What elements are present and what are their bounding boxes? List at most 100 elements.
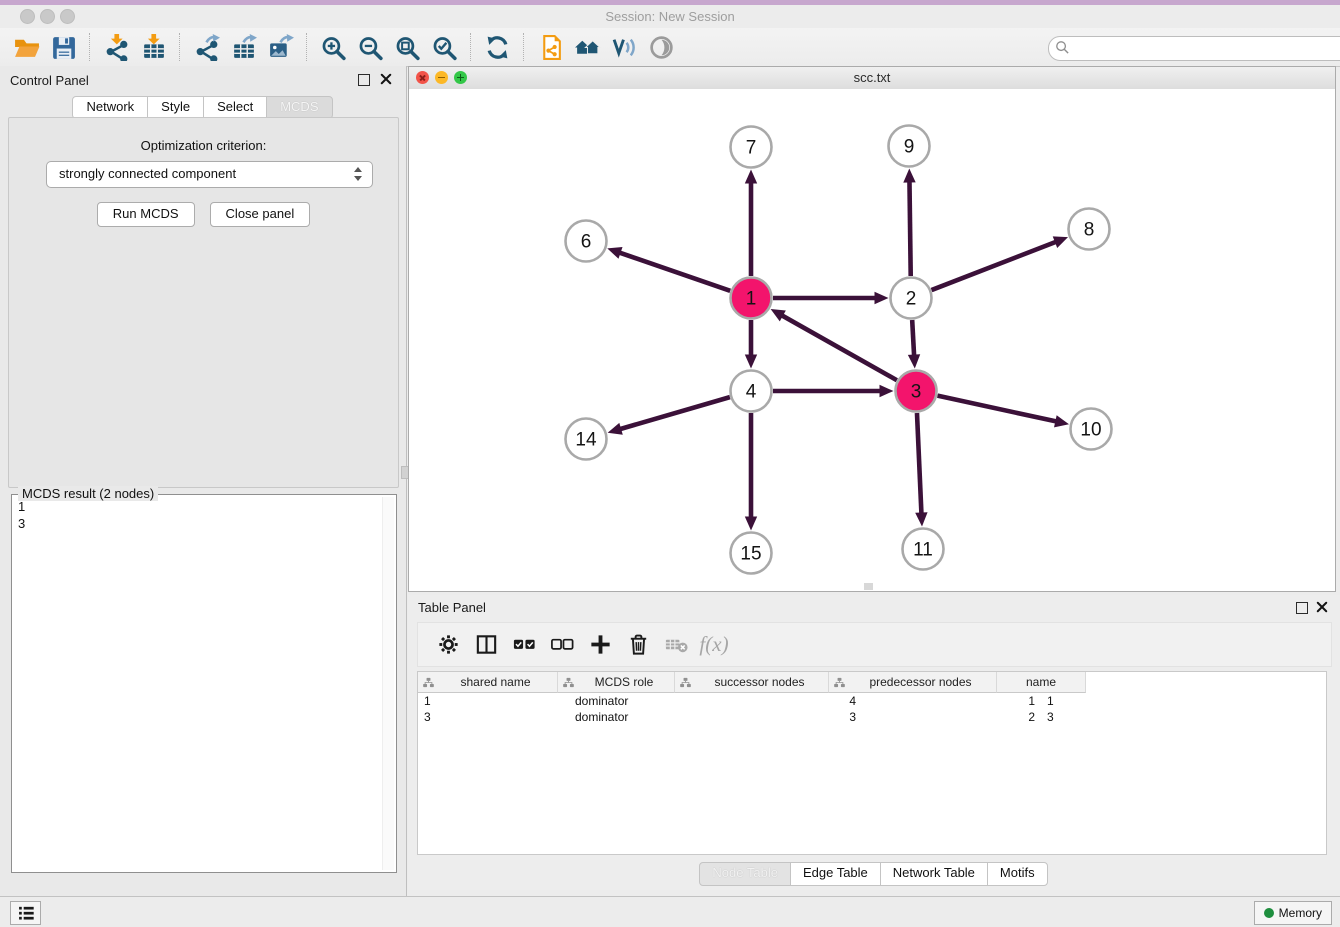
tab-node-table[interactable]: Node Table [699,862,791,886]
table-cell[interactable]: 4 [697,693,862,709]
graph-edge-4-14[interactable] [619,397,730,429]
tab-edge-table[interactable]: Edge Table [790,862,881,886]
control-tab-style[interactable]: Style [147,96,204,119]
column-header-label: successor nodes [691,675,828,689]
control-panel-tabs: NetworkStyleSelectMCDS [0,96,406,119]
hide-graphics-button[interactable] [606,30,643,64]
graph-arrowhead-3-11 [915,512,927,526]
table-cell[interactable]: 3 [697,709,862,725]
column-header-successor-nodes[interactable]: successor nodes [675,672,829,693]
export-network-button[interactable] [188,30,225,64]
save-session-icon [50,34,77,61]
zoom-selected-button[interactable] [426,30,463,64]
table-cell[interactable]: 3 [1041,709,1141,725]
graph-node-label-6: 6 [581,232,592,253]
search-input[interactable] [1048,36,1340,61]
network-from-file-button[interactable] [532,30,569,64]
table-row[interactable]: 3dominator323 [418,709,1326,725]
toggle-column-view-button[interactable] [469,628,503,662]
export-image-button[interactable] [262,30,299,64]
table-tabs: Node TableEdge TableNetwork TableMotifs [408,862,1340,886]
table-settings-button[interactable] [431,628,465,662]
optimization-criterion-label: Optimization criterion: [9,138,398,153]
hide-graphics-icon [611,34,638,61]
graph-edge-3-1[interactable] [781,315,897,380]
graph-node-label-4: 4 [746,382,757,403]
criterion-dropdown[interactable]: strongly connected component [46,161,373,188]
table-cell[interactable]: 1 [1041,693,1141,709]
graph-edge-3-10[interactable] [937,396,1057,422]
graph-edge-1-6[interactable] [619,252,731,291]
zoom-out-button[interactable] [352,30,389,64]
table-cell[interactable]: 2 [862,709,1041,725]
control-tab-mcds[interactable]: MCDS [266,96,332,119]
result-scrollbar[interactable] [382,497,394,870]
window-titlebar: Session: New Session [0,5,1340,28]
graph-arrowhead-3-10 [1054,415,1069,427]
function-builder-button: f(x) [697,628,731,662]
memory-button[interactable]: Memory [1254,901,1332,925]
delete-column-button[interactable] [621,628,655,662]
toolbar-separator [523,33,525,61]
graph-node-label-3: 3 [911,382,922,403]
graph-arrowhead-4-14 [608,423,623,435]
close-table-panel-icon[interactable] [1316,601,1328,613]
canvas-scroll-grip[interactable] [864,583,873,590]
graph-edge-3-11[interactable] [917,413,921,515]
float-table-panel-icon[interactable] [1296,602,1308,614]
column-header-shared-name[interactable]: shared name [418,672,558,693]
import-table-button[interactable] [135,30,172,64]
show-neighbors-icon [574,34,601,61]
tab-motifs[interactable]: Motifs [987,862,1048,886]
delete-column-icon [626,632,651,657]
table-header-row: shared nameMCDS role successor nodesprede… [418,672,1326,693]
close-panel-button[interactable]: Close panel [210,202,311,227]
graph-arrowhead-2-8 [1053,236,1068,248]
deselect-all-rows-button[interactable] [545,628,579,662]
select-all-rows-button[interactable] [507,628,541,662]
graph-edge-2-9[interactable] [909,180,910,276]
control-panel-title: Control Panel [10,73,89,88]
table-cell[interactable]: dominator [569,709,697,725]
show-neighbors-button[interactable] [569,30,606,64]
show-graphics-icon [648,34,675,61]
float-panel-icon[interactable] [358,74,370,86]
table-cell[interactable]: dominator [569,693,697,709]
task-history-button[interactable] [10,901,41,925]
close-panel-icon[interactable] [380,73,392,85]
toggle-column-view-icon [474,632,499,657]
export-table-button[interactable] [225,30,262,64]
graph-node-label-15: 15 [740,544,761,565]
column-header-name[interactable]: name [997,672,1086,693]
table-cell[interactable]: 3 [418,709,569,725]
table-cell[interactable]: 1 [862,693,1041,709]
graph-arrowhead-1-2 [875,292,889,304]
column-header-mcds-role[interactable]: MCDS role [558,672,675,693]
column-header-predecessor-nodes[interactable]: predecessor nodes [829,672,997,693]
import-network-button[interactable] [98,30,135,64]
main-toolbar [0,28,1340,67]
save-session-button[interactable] [45,30,82,64]
hierarchy-icon [834,677,845,688]
table-row[interactable]: 1dominator411 [418,693,1326,709]
zoom-in-button[interactable] [315,30,352,64]
graph-edge-2-8[interactable] [932,241,1057,290]
open-session-button[interactable] [8,30,45,64]
add-column-button[interactable] [583,628,617,662]
run-mcds-button[interactable]: Run MCDS [97,202,195,227]
network-close-button[interactable] [416,71,429,84]
control-tab-network[interactable]: Network [72,96,148,119]
zoom-fit-button[interactable] [389,30,426,64]
import-table-icon [140,34,167,61]
network-canvas[interactable]: 7968124314101511 [409,89,1335,591]
graph-edge-2-3[interactable] [912,320,914,357]
apply-layout-button[interactable] [479,30,516,64]
tab-network-table[interactable]: Network Table [880,862,988,886]
table-cell[interactable]: 1 [418,693,569,709]
toolbar-separator [470,33,472,61]
toolbar-separator [306,33,308,61]
control-tab-select[interactable]: Select [203,96,267,119]
network-minimize-button[interactable] [435,71,448,84]
network-zoom-button[interactable] [454,71,467,84]
window-title: Session: New Session [0,9,1340,24]
